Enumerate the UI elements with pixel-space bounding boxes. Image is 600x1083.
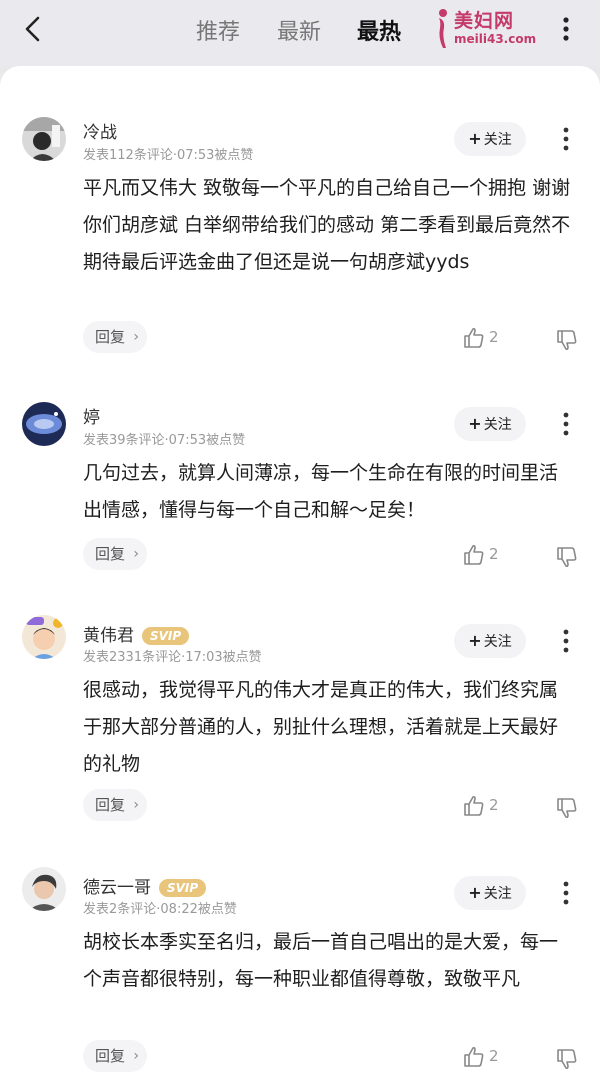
- avatar[interactable]: [22, 402, 66, 446]
- avatar-image: [22, 402, 66, 446]
- reply-button[interactable]: 回复 ›: [83, 321, 147, 353]
- reply-label: 回复: [95, 796, 126, 814]
- follow-button[interactable]: + 关注: [454, 407, 526, 441]
- follow-label: 关注: [483, 132, 512, 148]
- tab-recommended[interactable]: 推荐: [196, 14, 240, 46]
- username[interactable]: 婷: [83, 403, 100, 428]
- reply-button[interactable]: 回复 ›: [83, 538, 147, 570]
- watermark-title: 美妇网: [454, 10, 515, 32]
- thumbs-up-icon[interactable]: [462, 326, 486, 350]
- comment-text: 几句过去，就算人间薄凉，每一个生命在有限的时间里活出情感，懂得与每一个自己和解～…: [83, 462, 559, 521]
- thumbs-down-icon[interactable]: [555, 545, 579, 569]
- username[interactable]: 黄伟君 SVIP: [83, 621, 190, 646]
- watermark-logo: 美妇网 meili43.com: [428, 6, 546, 54]
- reply-label: 回复: [95, 1047, 126, 1065]
- svip-badge: SVIP: [142, 627, 190, 645]
- username-text: 冷战: [83, 123, 117, 143]
- like-count: 2: [489, 796, 499, 814]
- comment-meta: 发表2331条评论·17:03被点赞: [83, 650, 262, 665]
- comment-list: 冷战 发表112条评论·07:53被点赞 + 关注 平凡而又伟大 致敬每一个平凡的…: [0, 66, 600, 1083]
- comment-meta: 发表112条评论·07:53被点赞: [83, 148, 254, 163]
- comment-text: 平凡而又伟大 致敬每一个平凡的自己给自己一个拥抱 谢谢你们胡彦斌 白举纲带给我们…: [83, 177, 571, 273]
- avatar-image: [22, 117, 66, 161]
- avatar[interactable]: [22, 117, 66, 161]
- chevron-right-icon: ›: [133, 1048, 139, 1064]
- thumbs-up-icon[interactable]: [462, 1045, 486, 1069]
- svip-badge: SVIP: [159, 879, 207, 897]
- follow-label: 关注: [483, 634, 512, 650]
- follow-label: 关注: [483, 886, 512, 902]
- follow-button[interactable]: + 关注: [454, 876, 526, 910]
- thumbs-up-icon[interactable]: [462, 794, 486, 818]
- like-count: 2: [489, 1047, 499, 1065]
- lady-silhouette-icon: [439, 9, 447, 48]
- tab-latest[interactable]: 最新: [277, 14, 321, 46]
- avatar-image: [22, 615, 66, 659]
- more-vertical-icon[interactable]: [556, 627, 576, 655]
- more-vertical-icon[interactable]: [556, 14, 576, 44]
- watermark-url: meili43.com: [454, 32, 537, 46]
- back-chevron-icon[interactable]: [18, 14, 48, 44]
- chevron-right-icon: ›: [133, 329, 139, 345]
- reply-button[interactable]: 回复 ›: [83, 789, 147, 821]
- username-text: 德云一哥: [83, 878, 151, 898]
- more-vertical-icon[interactable]: [556, 125, 576, 153]
- reply-button[interactable]: 回复 ›: [83, 1040, 147, 1072]
- avatar[interactable]: [22, 615, 66, 659]
- comment-text: 很感动，我觉得平凡的伟大才是真正的伟大，我们终究属于那大部分普通的人，别扯什么理…: [83, 679, 559, 775]
- top-bar: 推荐 最新 最热 美妇网 meili43.com: [0, 0, 600, 66]
- follow-button[interactable]: + 关注: [454, 122, 526, 156]
- chevron-right-icon: ›: [133, 546, 139, 562]
- reply-label: 回复: [95, 545, 126, 563]
- tab-hottest[interactable]: 最热: [357, 14, 401, 46]
- like-count: 2: [489, 545, 499, 563]
- thumbs-down-icon[interactable]: [555, 328, 579, 352]
- username[interactable]: 德云一哥 SVIP: [83, 873, 207, 898]
- more-vertical-icon[interactable]: [556, 879, 576, 907]
- follow-label: 关注: [483, 417, 512, 433]
- chevron-right-icon: ›: [133, 797, 139, 813]
- username[interactable]: 冷战: [83, 118, 117, 143]
- like-count: 2: [489, 328, 499, 346]
- comment-meta: 发表2条评论·08:22被点赞: [83, 902, 237, 917]
- more-vertical-icon[interactable]: [556, 410, 576, 438]
- follow-button[interactable]: + 关注: [454, 624, 526, 658]
- reply-label: 回复: [95, 328, 126, 346]
- comment-meta: 发表39条评论·07:53被点赞: [83, 433, 246, 448]
- avatar[interactable]: [22, 867, 66, 911]
- avatar-image: [22, 867, 66, 911]
- thumbs-down-icon[interactable]: [555, 796, 579, 820]
- comment-text: 胡校长本季实至名归，最后一首自己唱出的是大爱，每一个声音都很特别，每一种职业都值…: [83, 931, 559, 990]
- username-text: 黄伟君: [83, 626, 134, 646]
- username-text: 婷: [83, 408, 100, 428]
- thumbs-up-icon[interactable]: [462, 543, 486, 567]
- thumbs-down-icon[interactable]: [555, 1047, 579, 1071]
